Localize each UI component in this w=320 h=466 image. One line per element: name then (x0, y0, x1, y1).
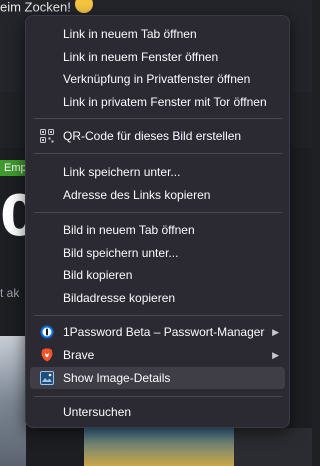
menu-separator (34, 153, 282, 154)
menu-item-copy-link-address[interactable]: Adresse des Links kopieren (30, 184, 285, 206)
menu-separator (34, 315, 282, 316)
menu-item-save-image-as[interactable]: Bild speichern unter... (30, 242, 285, 264)
menu-separator (34, 396, 282, 397)
menu-separator (34, 212, 282, 213)
page-thumbnail-right[interactable] (234, 428, 312, 466)
menu-item-1password[interactable]: 1Password Beta – Passwort-Manager ▶ (30, 321, 285, 343)
menu-item-label: Bildadresse kopieren (63, 291, 176, 305)
menu-item-label: Brave (63, 348, 95, 362)
menu-item-save-link-as[interactable]: Link speichern unter... (30, 161, 285, 183)
smiley-emoji-icon (74, 0, 93, 13)
menu-item-inspect[interactable]: Untersuchen (30, 401, 285, 423)
menu-item-label: Bild in neuem Tab öffnen (63, 223, 195, 237)
menu-item-label: QR-Code für dieses Bild erstellen (63, 129, 242, 143)
menu-item-label: Untersuchen (63, 405, 132, 419)
menu-item-label: Bild kopieren (63, 268, 133, 282)
browser-page: eim Zocken! Emp 0 t ak Link in neuem Tab… (0, 0, 312, 466)
submenu-arrow-icon: ▶ (272, 350, 279, 360)
page-thumbnail-bottom[interactable] (84, 428, 234, 466)
recommendation-tag: Emp (0, 160, 28, 176)
menu-item-label: Verknüpfung in Privatfenster öffnen (63, 72, 251, 86)
menu-item-open-link-new-window[interactable]: Link in neuem Fenster öffnen (30, 46, 285, 68)
menu-item-show-image-details[interactable]: Show Image-Details (30, 367, 285, 389)
menu-item-label: Link in neuem Fenster öffnen (63, 50, 219, 64)
menu-item-label: Adresse des Links kopieren (63, 188, 211, 202)
menu-item-label: Link in privatem Fenster mit Tor öffnen (63, 95, 267, 109)
menu-item-open-link-tor-window[interactable]: Link in privatem Fenster mit Tor öffnen (30, 91, 285, 113)
context-menu: Link in neuem Tab öffnen Link in neuem F… (25, 15, 290, 428)
page-thumbnail-left[interactable] (0, 336, 26, 466)
image-details-icon (40, 371, 54, 385)
page-side-text: t ak (0, 286, 20, 300)
menu-item-label: Show Image-Details (63, 371, 171, 385)
menu-item-open-link-new-tab[interactable]: Link in neuem Tab öffnen (30, 23, 285, 45)
menu-item-create-qr-code[interactable]: QR-Code für dieses Bild erstellen (30, 125, 285, 147)
menu-item-label: Link speichern unter... (63, 165, 181, 179)
brave-lion-icon (41, 348, 53, 362)
menu-item-label: Bild speichern unter... (63, 246, 179, 260)
menu-item-label: 1Password Beta – Passwort-Manager (63, 325, 265, 339)
menu-separator (34, 118, 282, 119)
menu-item-copy-image[interactable]: Bild kopieren (30, 264, 285, 286)
menu-item-brave[interactable]: Brave ▶ (30, 344, 285, 366)
menu-item-open-link-private-window[interactable]: Verknüpfung in Privatfenster öffnen (30, 68, 285, 90)
submenu-arrow-icon: ▶ (272, 327, 279, 337)
1password-icon (40, 325, 54, 339)
qr-code-icon (40, 129, 54, 143)
menu-item-label: Link in neuem Tab öffnen (63, 27, 197, 41)
menu-item-copy-image-address[interactable]: Bildadresse kopieren (30, 287, 285, 309)
menu-item-open-image-new-tab[interactable]: Bild in neuem Tab öffnen (30, 219, 285, 241)
